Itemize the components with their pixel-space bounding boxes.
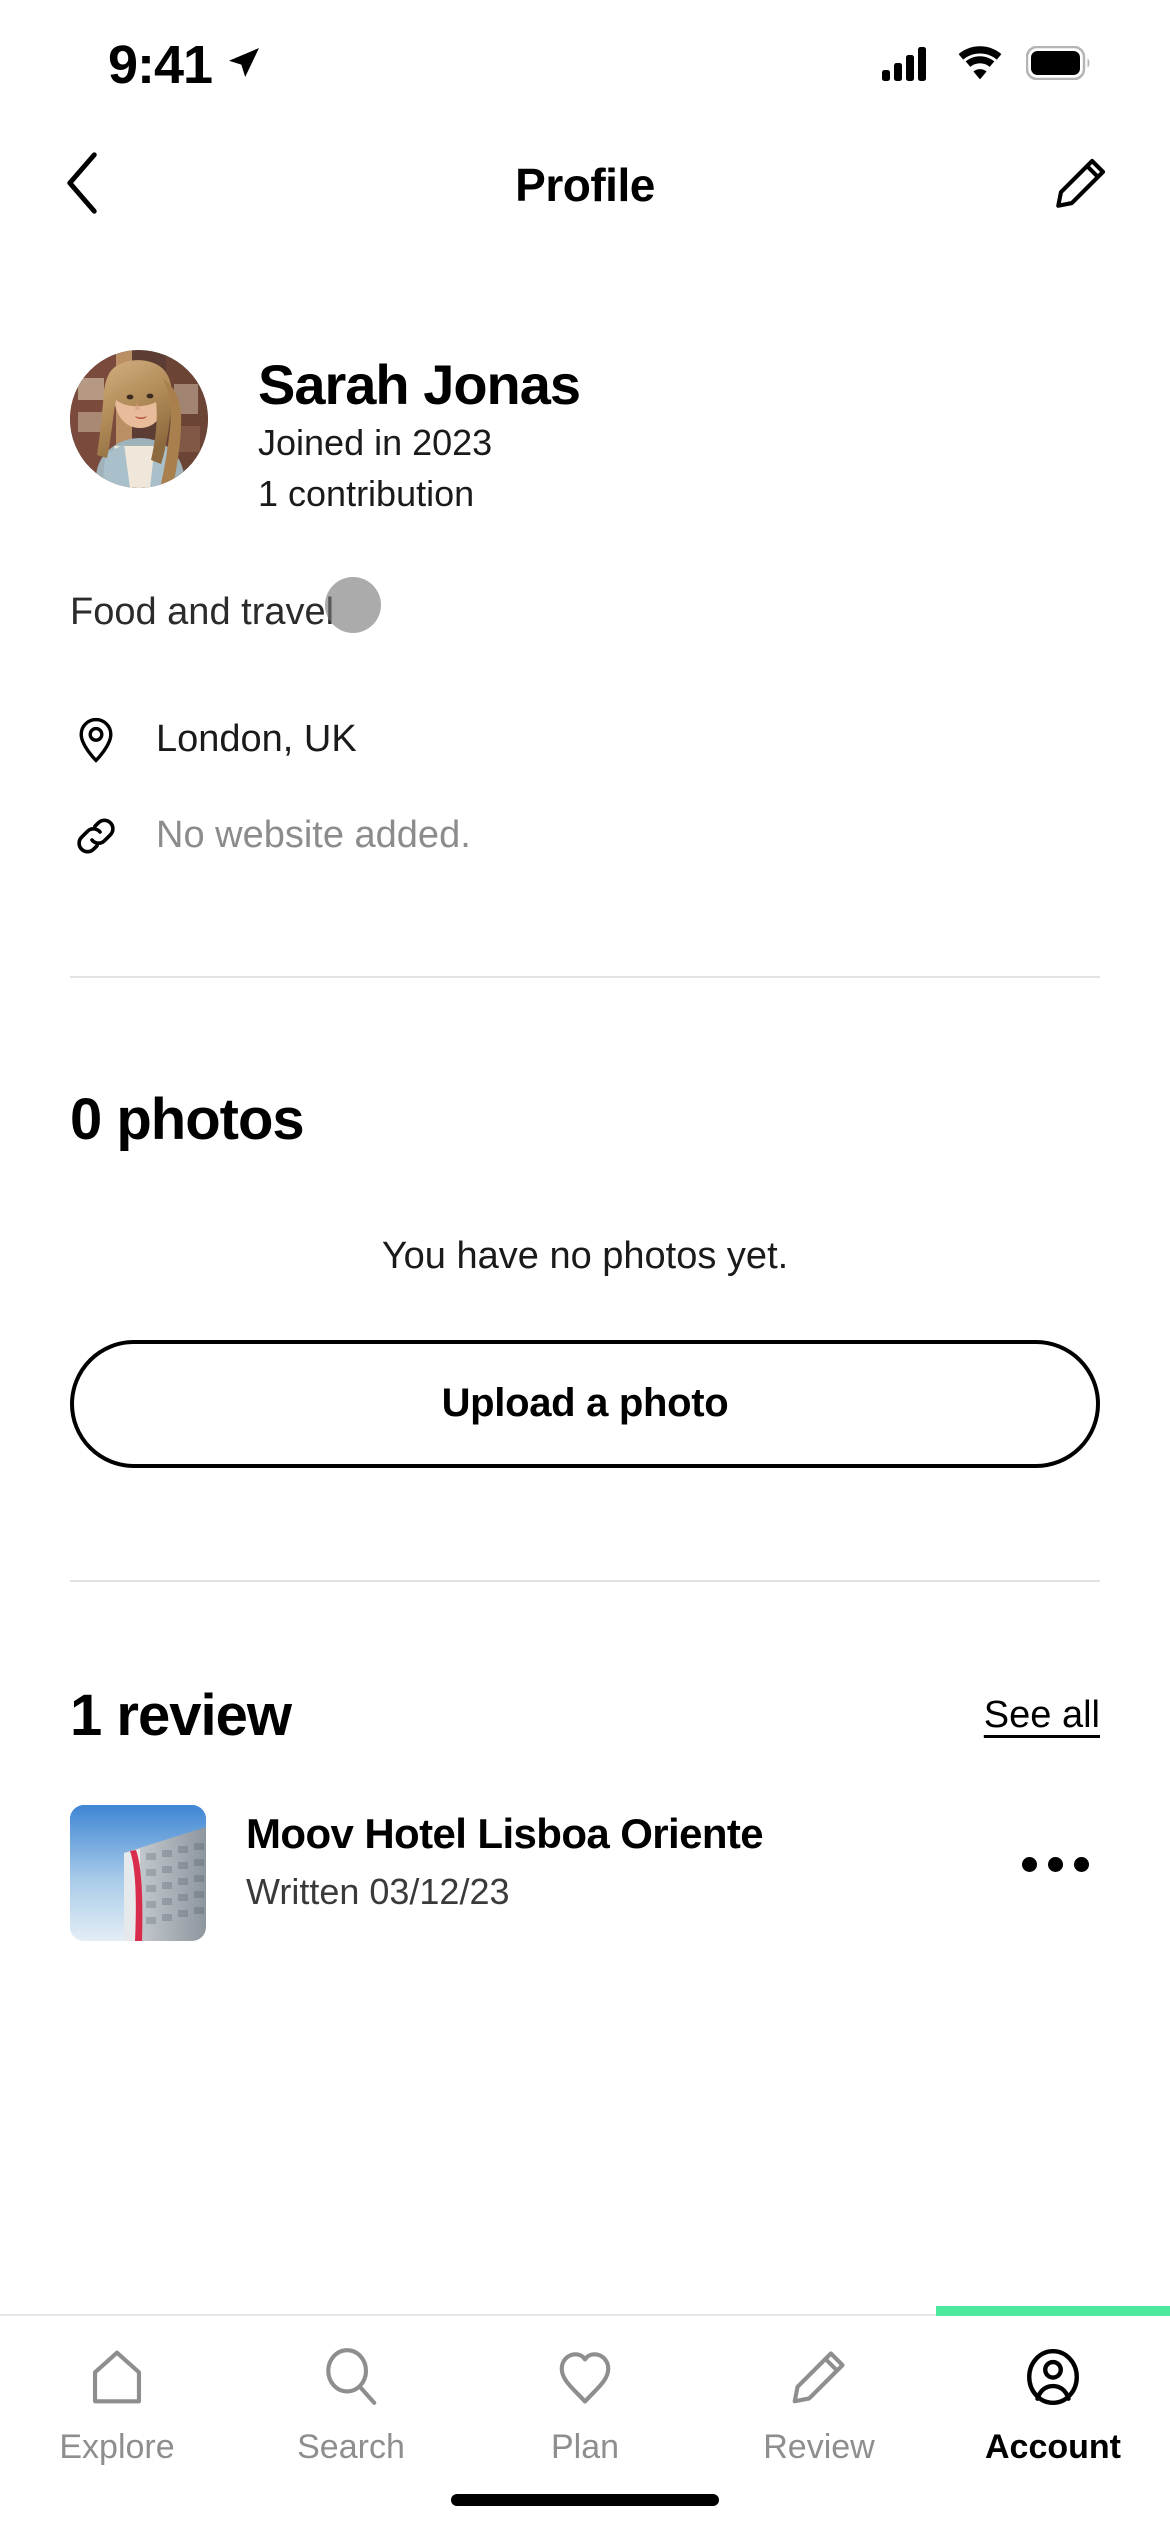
pencil-edit-icon	[1052, 154, 1110, 217]
cellular-signal-icon	[882, 45, 934, 86]
reviews-header: 1 review See all	[70, 1682, 1100, 1749]
location-text: London, UK	[156, 718, 357, 761]
tab-review[interactable]: Review	[702, 2316, 936, 2491]
status-bar-right	[882, 45, 1092, 86]
photos-title: 0 photos	[70, 1086, 305, 1152]
back-button[interactable]	[60, 143, 144, 227]
tab-account[interactable]: Account	[936, 2306, 1170, 2491]
joined-date: Joined in 2023	[258, 421, 493, 463]
search-icon	[320, 2342, 382, 2412]
wifi-icon	[956, 45, 1004, 86]
pencil-icon	[788, 2342, 850, 2412]
website-text: No website added.	[156, 814, 471, 857]
tab-label-account: Account	[985, 2428, 1121, 2466]
heart-icon	[554, 2342, 616, 2412]
map-pin-icon	[70, 714, 122, 766]
nav-header: Profile	[0, 130, 1170, 240]
location-row: London, UK	[70, 692, 1100, 788]
battery-full-icon	[1025, 45, 1092, 85]
website-row: No website added.	[70, 788, 1100, 884]
status-bar-left: 9:41	[108, 38, 262, 92]
tab-label-explore: Explore	[59, 2428, 175, 2466]
review-list-item[interactable]: Moov Hotel Lisboa Oriente Written 03/12/…	[70, 1804, 1100, 1941]
avatar[interactable]	[70, 350, 208, 488]
tab-label-plan: Plan	[550, 2428, 620, 2466]
upload-photo-button[interactable]: Upload a photo	[70, 1339, 1100, 1468]
status-time: 9:41	[108, 35, 213, 95]
review-body: Moov Hotel Lisboa Oriente Written 03/12/…	[246, 1805, 970, 1913]
photos-empty-text: You have no photos yet.	[381, 1234, 789, 1277]
user-name: Sarah Jonas	[258, 353, 581, 416]
chevron-left-icon	[60, 151, 106, 220]
reviews-title: 1 review	[70, 1682, 292, 1748]
identity-block: Sarah Jonas Joined in 2023 1 contributio…	[0, 240, 1170, 519]
profile-content: Sarah Jonas Joined in 2023 1 contributio…	[0, 240, 1170, 1941]
bio-row: Food and travel	[0, 519, 1170, 634]
contact-list: London, UK No website added.	[0, 634, 1170, 884]
edit-profile-button[interactable]	[1026, 143, 1110, 227]
hotel-thumbnail[interactable]	[70, 1804, 206, 1941]
see-all-link[interactable]: See all	[984, 1694, 1100, 1737]
review-date: Written 03/12/23	[246, 1871, 510, 1913]
photos-section: 0 photos You have no photos yet. Upload …	[0, 978, 1170, 1468]
home-indicator	[451, 2494, 719, 2506]
tab-search[interactable]: Search	[234, 2316, 468, 2491]
more-options-icon[interactable]	[1010, 1805, 1100, 1872]
location-arrow-icon	[226, 45, 262, 86]
account-circle-icon	[1022, 2342, 1084, 2412]
touch-indicator	[325, 576, 381, 633]
tab-label-search: Search	[297, 2428, 405, 2466]
identity-text: Sarah Jonas Joined in 2023 1 contributio…	[258, 350, 581, 519]
tab-explore[interactable]: Explore	[0, 2316, 234, 2491]
page-title: Profile	[515, 159, 655, 211]
reviews-section: 1 review See all Moov Hotel Lisboa Orien…	[0, 1582, 1170, 1941]
link-icon	[70, 810, 122, 862]
active-tab-indicator	[936, 2306, 1170, 2316]
contribution-count: 1 contribution	[258, 472, 475, 514]
status-bar: 9:41	[0, 0, 1170, 130]
review-title: Moov Hotel Lisboa Oriente	[246, 1809, 764, 1857]
phone-screen: 9:41 Profile Sarah Jonas Joined in 2023 …	[0, 0, 1170, 2532]
home-icon	[86, 2342, 148, 2412]
tab-label-review: Review	[763, 2428, 875, 2466]
bio-text: Food and travel	[70, 590, 335, 633]
tab-plan[interactable]: Plan	[468, 2316, 702, 2491]
